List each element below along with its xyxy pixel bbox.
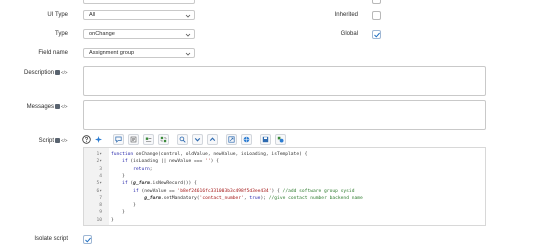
script-assist-icon[interactable] xyxy=(94,135,103,144)
inherited-checkbox[interactable] xyxy=(372,11,381,20)
checkmark-icon xyxy=(85,237,91,243)
format-code-button[interactable] xyxy=(128,134,139,145)
code-line: g_form.setMandatory('contact_number', tr… xyxy=(144,195,363,201)
code-line: } xyxy=(111,173,125,179)
line-number: 5▾ xyxy=(96,181,102,187)
line-number: 7 xyxy=(99,195,102,201)
fullscreen-icon xyxy=(228,136,235,143)
format-icon xyxy=(130,136,137,143)
type-select[interactable]: onChange xyxy=(83,29,195,39)
find-next-icon xyxy=(194,138,201,142)
chevron-down-icon xyxy=(185,14,191,18)
isolate-script-checkbox[interactable] xyxy=(83,235,92,244)
description-textarea[interactable] xyxy=(83,66,486,96)
type-label: Type xyxy=(54,31,68,37)
scripting-palette-icon xyxy=(277,136,284,143)
comment-icon xyxy=(115,136,122,143)
scripting-palette-button[interactable] xyxy=(275,134,286,145)
line-number: 1▾ xyxy=(96,152,102,157)
chevron-down-icon xyxy=(185,52,191,56)
chevron-down-icon xyxy=(185,33,191,37)
global-label: Global xyxy=(340,31,358,37)
line-number: 3 xyxy=(99,166,102,172)
ui-type-label: UI Type xyxy=(47,12,68,18)
line-number: 10 xyxy=(96,217,102,223)
field-name-value: Assignment group xyxy=(89,50,135,56)
format-icon[interactable] xyxy=(55,104,60,109)
fullscreen-button[interactable] xyxy=(226,134,237,145)
field-name-label: Field name xyxy=(38,50,68,56)
search-icon xyxy=(179,136,186,143)
replace-button[interactable] xyxy=(158,134,169,145)
inherited-label: Inherited xyxy=(334,12,358,18)
field-name-select[interactable]: Assignment group xyxy=(83,48,195,58)
isolate-script-label: Isolate script xyxy=(34,236,68,242)
code-line: } xyxy=(111,210,125,216)
code-line: if (isLoading || newValue === '') { xyxy=(122,159,219,165)
type-value: onChange xyxy=(89,31,115,37)
messages-label: Messages xyxy=(26,104,54,110)
replace-icon xyxy=(160,136,167,143)
script-editor[interactable]: 1▾ function onChange(control, oldValue, n… xyxy=(83,147,486,226)
description-label: Description xyxy=(23,70,54,76)
toggle-syntax-icon xyxy=(145,137,152,142)
format-marker: </> xyxy=(61,104,68,109)
format-marker: </> xyxy=(61,70,68,75)
comment-button[interactable] xyxy=(113,134,124,145)
code-line: } xyxy=(111,203,136,209)
code-line: if (g_form.isNewRecord()) { xyxy=(122,181,197,187)
script-debugger-icon xyxy=(243,136,250,143)
save-button[interactable] xyxy=(260,134,271,145)
messages-textarea[interactable] xyxy=(83,100,486,130)
script-debugger-button[interactable] xyxy=(241,134,252,145)
code-line: if (newValue == 'b8ef24616fc331003b3c498… xyxy=(133,188,355,194)
search-button[interactable] xyxy=(177,134,188,145)
line-number: 4 xyxy=(99,173,102,179)
checkmark-icon xyxy=(374,32,380,38)
save-icon xyxy=(262,136,269,143)
format-icon[interactable] xyxy=(55,70,60,75)
help-icon[interactable] xyxy=(82,135,91,144)
line-number: 9 xyxy=(99,210,102,216)
ui-type-value: All xyxy=(89,12,96,18)
cropped-select-top[interactable] xyxy=(83,0,195,4)
cropped-checkbox-top[interactable] xyxy=(372,0,381,4)
format-icon[interactable] xyxy=(55,138,60,143)
toggle-syntax-button[interactable] xyxy=(143,134,154,145)
find-prev-button[interactable] xyxy=(207,134,218,145)
code-line: function onChange(control, oldValue, new… xyxy=(111,152,308,157)
line-number: 2▾ xyxy=(96,159,102,165)
find-next-button[interactable] xyxy=(192,134,203,145)
find-prev-icon xyxy=(209,137,216,141)
global-checkbox[interactable] xyxy=(372,30,381,39)
line-number: 6▾ xyxy=(96,188,102,194)
code-line: } xyxy=(111,217,114,223)
code-line: return; xyxy=(133,166,153,172)
script-label: Script xyxy=(38,138,54,144)
ui-type-select[interactable]: All xyxy=(83,10,195,20)
line-number: 8 xyxy=(99,203,102,209)
format-marker: </> xyxy=(61,138,68,143)
